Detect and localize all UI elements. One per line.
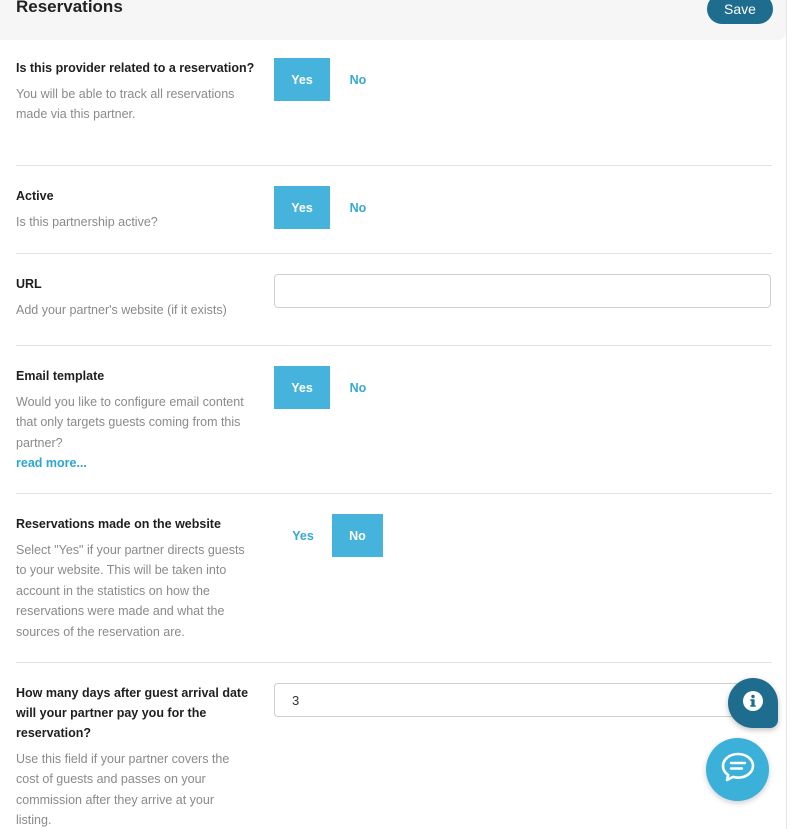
active-label: Active	[16, 189, 54, 203]
section-email-template: Email template Would you like to configu…	[16, 366, 772, 476]
section-payment-days: How many days after guest arrival date w…	[16, 683, 772, 829]
divider	[16, 253, 772, 254]
related-toggle: Yes No	[274, 58, 386, 101]
active-no-button[interactable]: No	[330, 186, 386, 229]
website-reservations-label: Reservations made on the website	[16, 517, 221, 531]
related-label: Is this provider related to a reservatio…	[16, 61, 255, 75]
page-title: Reservations	[16, 0, 123, 16]
website-reservations-yes-button[interactable]: Yes	[274, 514, 332, 557]
payment-days-label: How many days after guest arrival date w…	[16, 686, 249, 740]
website-reservations-toggle: Yes No	[274, 514, 383, 557]
section-related-reservation: Is this provider related to a reservatio…	[16, 58, 772, 158]
email-template-toggle: Yes No	[274, 366, 386, 409]
divider	[16, 493, 772, 494]
related-description: You will be able to track all reservatio…	[16, 87, 235, 122]
section-website-reservations: Reservations made on the website Select …	[16, 514, 772, 649]
section-active: Active Is this partnership active? Yes N…	[16, 186, 772, 246]
info-icon	[742, 690, 764, 717]
divider	[16, 662, 772, 663]
url-input[interactable]	[274, 274, 771, 308]
info-button[interactable]	[728, 678, 778, 728]
url-label: URL	[16, 277, 42, 291]
email-template-description: Would you like to configure email conten…	[16, 395, 244, 450]
payment-days-input[interactable]	[274, 683, 771, 717]
divider	[16, 345, 772, 346]
chat-icon	[721, 752, 755, 787]
website-reservations-description: Select "Yes" if your partner directs gue…	[16, 543, 245, 639]
section-url: URL Add your partner's website (if it ex…	[16, 274, 772, 334]
email-template-yes-button[interactable]: Yes	[274, 366, 330, 409]
email-template-label: Email template	[16, 369, 105, 383]
page-header: Reservations Save	[0, 0, 786, 40]
active-yes-button[interactable]: Yes	[274, 186, 330, 229]
email-template-no-button[interactable]: No	[330, 366, 386, 409]
url-description: Add your partner's website (if it exists…	[16, 303, 227, 317]
active-description: Is this partnership active?	[16, 215, 158, 229]
chat-button[interactable]	[706, 738, 769, 801]
save-button[interactable]: Save	[707, 0, 773, 24]
related-no-button[interactable]: No	[330, 58, 386, 101]
payment-days-description: Use this field if your partner covers th…	[16, 752, 230, 828]
divider	[16, 165, 772, 166]
website-reservations-no-button[interactable]: No	[332, 514, 383, 557]
related-yes-button[interactable]: Yes	[274, 58, 330, 101]
read-more-link[interactable]: read more...	[16, 453, 772, 473]
active-toggle: Yes No	[274, 186, 386, 229]
scrollbar[interactable]	[786, 0, 798, 829]
